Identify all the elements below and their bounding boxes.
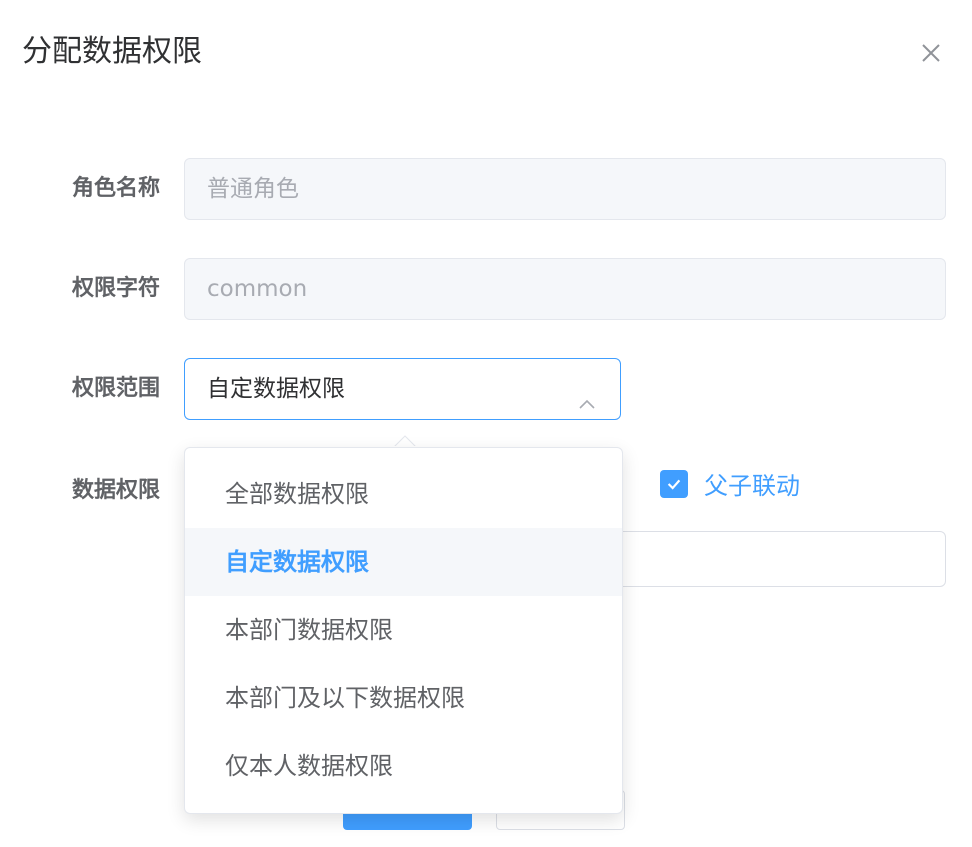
scope-select[interactable]: 自定数据权限 (184, 358, 621, 420)
checkbox-checked-icon[interactable] (660, 469, 688, 498)
close-icon[interactable] (914, 36, 948, 70)
scope-label: 权限范围 (71, 376, 160, 401)
scope-option-all[interactable]: 全部数据权限 (185, 460, 622, 528)
dialog-title: 分配数据权限 (22, 34, 202, 69)
dropdown-caret (394, 435, 416, 447)
scope-select-value: 自定数据权限 (207, 376, 345, 402)
scope-option-custom[interactable]: 自定数据权限 (185, 528, 622, 596)
scope-option-dept-and-below[interactable]: 本部门及以下数据权限 (185, 664, 622, 732)
scope-option-self[interactable]: 仅本人数据权限 (185, 732, 622, 800)
scope-dropdown: 全部数据权限 自定数据权限 本部门数据权限 本部门及以下数据权限 仅本人数据权限 (184, 447, 623, 814)
role-key-label: 权限字符 (71, 276, 160, 301)
chevron-up-icon (576, 379, 598, 409)
linkage-checkbox[interactable]: 父子联动 (660, 466, 800, 501)
linkage-label: 父子联动 (704, 472, 800, 500)
scope-option-dept[interactable]: 本部门数据权限 (185, 596, 622, 664)
role-name-label: 角色名称 (71, 176, 160, 201)
role-name-input: 普通角色 (184, 158, 946, 220)
data-scope-label: 数据权限 (71, 478, 160, 503)
role-key-input: common (184, 258, 946, 320)
